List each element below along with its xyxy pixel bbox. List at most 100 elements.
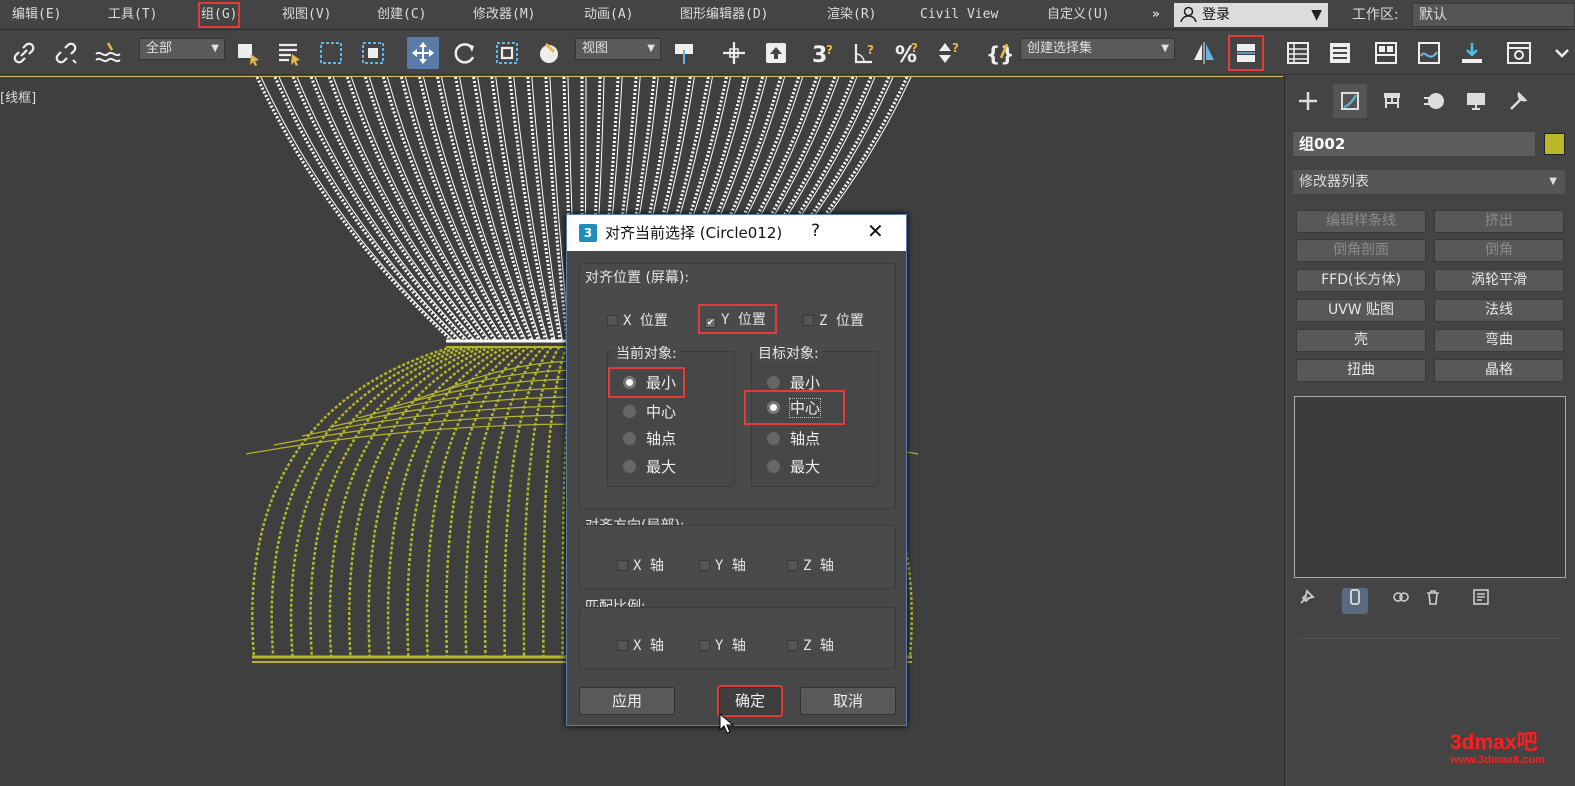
y-position-checkbox[interactable]: ✔ Y 位置 bbox=[698, 304, 777, 334]
scale-x-checkbox[interactable]: X 轴 bbox=[617, 635, 664, 655]
scale-z-checkbox[interactable]: Z 轴 bbox=[787, 635, 834, 655]
scene-explorer-icon[interactable] bbox=[1324, 37, 1356, 69]
align-icon[interactable] bbox=[1228, 35, 1264, 71]
mirror-icon[interactable] bbox=[1188, 37, 1220, 69]
toolbar-overflow-icon[interactable] bbox=[1549, 37, 1575, 69]
angle-snap-icon[interactable]: ? bbox=[850, 37, 882, 69]
menu-views[interactable]: 视图(V) bbox=[282, 5, 331, 25]
menu-group[interactable]: 组(G) bbox=[197, 2, 241, 28]
object-name-field[interactable]: 组002 bbox=[1293, 132, 1535, 156]
percent-snap-icon[interactable]: %? bbox=[892, 37, 924, 69]
close-icon[interactable]: ✕ bbox=[867, 219, 884, 243]
create-tab-icon[interactable] bbox=[1291, 84, 1325, 118]
apply-button[interactable]: 应用 bbox=[579, 687, 675, 715]
bend-button[interactable]: 弯曲 bbox=[1434, 329, 1564, 352]
orient-z-checkbox[interactable]: Z 轴 bbox=[787, 555, 834, 575]
menu-edit[interactable]: 编辑(E) bbox=[12, 5, 61, 25]
named-selection-dropdown[interactable]: 创建选择集 ▼ bbox=[1020, 38, 1175, 60]
modifier-stack-list[interactable] bbox=[1294, 396, 1566, 578]
twist-button[interactable]: 扭曲 bbox=[1296, 359, 1426, 382]
select-and-place-icon[interactable] bbox=[533, 37, 565, 69]
cancel-button[interactable]: 取消 bbox=[800, 687, 896, 715]
ribbon-toggle-icon[interactable] bbox=[1370, 37, 1402, 69]
curve-editor-icon[interactable] bbox=[1413, 37, 1445, 69]
hierarchy-tab-icon[interactable] bbox=[1375, 84, 1409, 118]
login-dropdown[interactable]: 登录 ▼ bbox=[1174, 3, 1328, 27]
scale-y-checkbox[interactable]: Y 轴 bbox=[699, 635, 746, 655]
menu-tools[interactable]: 工具(T) bbox=[108, 5, 157, 25]
remove-modifier-icon[interactable] bbox=[1420, 588, 1446, 614]
select-and-rotate-icon[interactable] bbox=[449, 37, 481, 69]
motion-tab-icon[interactable] bbox=[1417, 84, 1451, 118]
bind-space-warp-icon[interactable] bbox=[92, 37, 124, 69]
normal-button[interactable]: 法线 bbox=[1434, 299, 1564, 322]
current-pivot-radio[interactable]: 轴点 bbox=[623, 428, 676, 449]
target-min-radio[interactable]: 最小 bbox=[767, 372, 820, 393]
menu-overflow-icon[interactable]: » bbox=[1152, 5, 1160, 25]
menu-civil-view[interactable]: Civil View bbox=[920, 5, 998, 25]
reference-coordinate-dropdown[interactable]: 视图 ▼ bbox=[575, 38, 661, 60]
snaps-toggle-icon[interactable]: 3? bbox=[808, 37, 840, 69]
display-tab-icon[interactable] bbox=[1459, 84, 1493, 118]
target-pivot-radio[interactable]: 轴点 bbox=[767, 428, 820, 449]
current-min-radio[interactable]: 最小 bbox=[607, 367, 686, 398]
menu-modifiers[interactable]: 修改器(M) bbox=[473, 5, 535, 25]
rectangular-selection-icon[interactable] bbox=[315, 37, 347, 69]
select-manipulate-icon[interactable] bbox=[718, 37, 750, 69]
unlink-selection-icon[interactable] bbox=[50, 37, 82, 69]
target-center-radio[interactable]: 中心 bbox=[743, 390, 846, 425]
x-position-checkbox[interactable]: X 位置 bbox=[607, 310, 668, 330]
pivot-center-icon[interactable] bbox=[668, 37, 700, 69]
orient-x-checkbox[interactable]: X 轴 bbox=[617, 555, 664, 575]
orient-y-checkbox[interactable]: Y 轴 bbox=[699, 555, 746, 575]
extrude-button[interactable]: 挤出 bbox=[1434, 210, 1564, 233]
pin-stack-icon[interactable] bbox=[1294, 588, 1320, 614]
configure-modifier-sets-icon[interactable] bbox=[1468, 588, 1494, 614]
workspace-dropdown[interactable]: 默认 bbox=[1412, 3, 1575, 27]
current-max-radio[interactable]: 最大 bbox=[623, 456, 676, 477]
modify-tab-icon[interactable] bbox=[1333, 84, 1367, 118]
uvw-map-button[interactable]: UVW 贴图 bbox=[1296, 299, 1426, 322]
selection-filter-dropdown[interactable]: 全部 ▼ bbox=[139, 38, 225, 60]
select-and-link-icon[interactable] bbox=[8, 37, 40, 69]
show-end-result-icon[interactable] bbox=[1342, 588, 1368, 614]
align-selection-dialog: 3 对齐当前选择 (Circle012) ? ✕ 对齐位置 (屏幕): X 位置… bbox=[566, 214, 907, 734]
ok-button[interactable]: 确定 bbox=[717, 685, 783, 717]
dialog-titlebar[interactable]: 3 对齐当前选择 (Circle012) ? ✕ bbox=[567, 215, 906, 251]
radio-dot bbox=[767, 376, 780, 389]
current-center-radio[interactable]: 中心 bbox=[623, 401, 676, 422]
bevel-button[interactable]: 倒角 bbox=[1434, 239, 1564, 262]
layer-manager-icon[interactable] bbox=[1282, 37, 1314, 69]
make-unique-icon[interactable] bbox=[1388, 588, 1414, 614]
menu-animation[interactable]: 动画(A) bbox=[584, 5, 633, 25]
keyboard-shortcut-override-icon[interactable] bbox=[760, 37, 792, 69]
current-pivot-label: 轴点 bbox=[646, 430, 677, 448]
wire-curve bbox=[483, 346, 545, 658]
edit-named-selection-icon[interactable]: {} bbox=[984, 37, 1016, 69]
window-crossing-icon[interactable] bbox=[357, 37, 389, 69]
edit-spline-button[interactable]: 编辑样条线 bbox=[1296, 210, 1426, 233]
select-by-name-icon[interactable] bbox=[273, 37, 305, 69]
select-object-icon[interactable] bbox=[232, 37, 264, 69]
chevron-down-icon: ▼ bbox=[1161, 43, 1169, 54]
z-position-checkbox[interactable]: Z 位置 bbox=[803, 310, 864, 330]
select-and-scale-icon[interactable] bbox=[491, 37, 523, 69]
shell-button[interactable]: 壳 bbox=[1296, 329, 1426, 352]
menu-customize[interactable]: 自定义(U) bbox=[1047, 5, 1109, 25]
turbosmooth-button[interactable]: 涡轮平滑 bbox=[1434, 269, 1564, 292]
help-button[interactable]: ? bbox=[811, 221, 820, 241]
menu-create[interactable]: 创建(C) bbox=[377, 5, 426, 25]
menu-rendering[interactable]: 渲染(R) bbox=[827, 5, 876, 25]
object-color-swatch[interactable] bbox=[1544, 133, 1565, 155]
select-and-move-icon[interactable] bbox=[407, 37, 439, 69]
lattice-button[interactable]: 晶格 bbox=[1434, 359, 1564, 382]
spinner-snap-icon[interactable]: ? bbox=[934, 37, 966, 69]
schematic-view-icon[interactable] bbox=[1456, 37, 1488, 69]
modifier-list-dropdown[interactable]: 修改器列表 ▼ bbox=[1293, 170, 1565, 194]
utilities-tab-icon[interactable] bbox=[1501, 84, 1535, 118]
menu-graph-editors[interactable]: 图形编辑器(D) bbox=[680, 5, 768, 25]
material-editor-icon[interactable] bbox=[1503, 37, 1535, 69]
ffd-box-button[interactable]: FFD(长方体) bbox=[1296, 269, 1426, 292]
bevel-profile-button[interactable]: 倒角剖面 bbox=[1296, 239, 1426, 262]
target-max-radio[interactable]: 最大 bbox=[767, 456, 820, 477]
